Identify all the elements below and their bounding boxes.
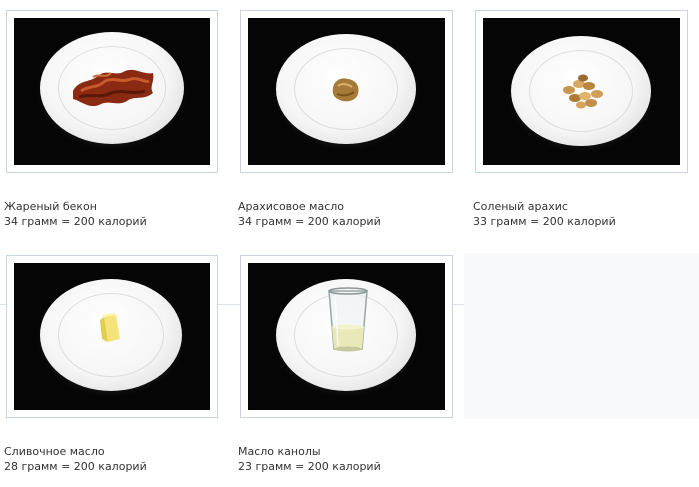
food-card-salted-peanuts[interactable] — [475, 10, 688, 173]
empty-panel — [464, 253, 699, 419]
food-name: Масло канолы — [238, 445, 321, 458]
bacon-icon — [73, 69, 154, 107]
peanuts-icon — [563, 74, 603, 109]
food-name: Арахисовое масло — [238, 200, 345, 213]
canola-oil-glass-icon — [328, 287, 368, 352]
butter-icon — [100, 313, 120, 342]
food-caption: Масло канолы 23 грамм = 200 калорий — [238, 444, 381, 474]
food-card-bacon[interactable] — [6, 10, 218, 173]
food-caption: Арахисовое масло 34 грамм = 200 калорий — [238, 199, 381, 229]
peanut-butter-icon — [332, 78, 359, 102]
food-amount: 33 грамм = 200 калорий — [473, 215, 616, 228]
food-caption: Соленый арахис 33 грамм = 200 калорий — [473, 199, 616, 229]
food-photo — [483, 18, 680, 165]
food-card-peanut-butter[interactable] — [240, 10, 453, 173]
food-photo — [248, 263, 445, 410]
food-amount: 28 грамм = 200 калорий — [4, 460, 147, 473]
food-photo — [14, 263, 210, 410]
food-photo — [248, 18, 445, 165]
food-name: Сливочное масло — [4, 445, 105, 458]
food-amount: 34 грамм = 200 калорий — [238, 215, 381, 228]
food-name: Жареный бекон — [4, 200, 97, 213]
food-card-butter[interactable] — [6, 255, 218, 418]
food-caption: Сливочное масло 28 грамм = 200 калорий — [4, 444, 147, 474]
food-amount: 34 грамм = 200 калорий — [4, 215, 147, 228]
food-card-canola-oil[interactable] — [240, 255, 453, 418]
food-name: Соленый арахис — [473, 200, 568, 213]
food-photo — [14, 18, 210, 165]
food-caption: Жареный бекон 34 грамм = 200 калорий — [4, 199, 147, 229]
food-amount: 23 грамм = 200 калорий — [238, 460, 381, 473]
